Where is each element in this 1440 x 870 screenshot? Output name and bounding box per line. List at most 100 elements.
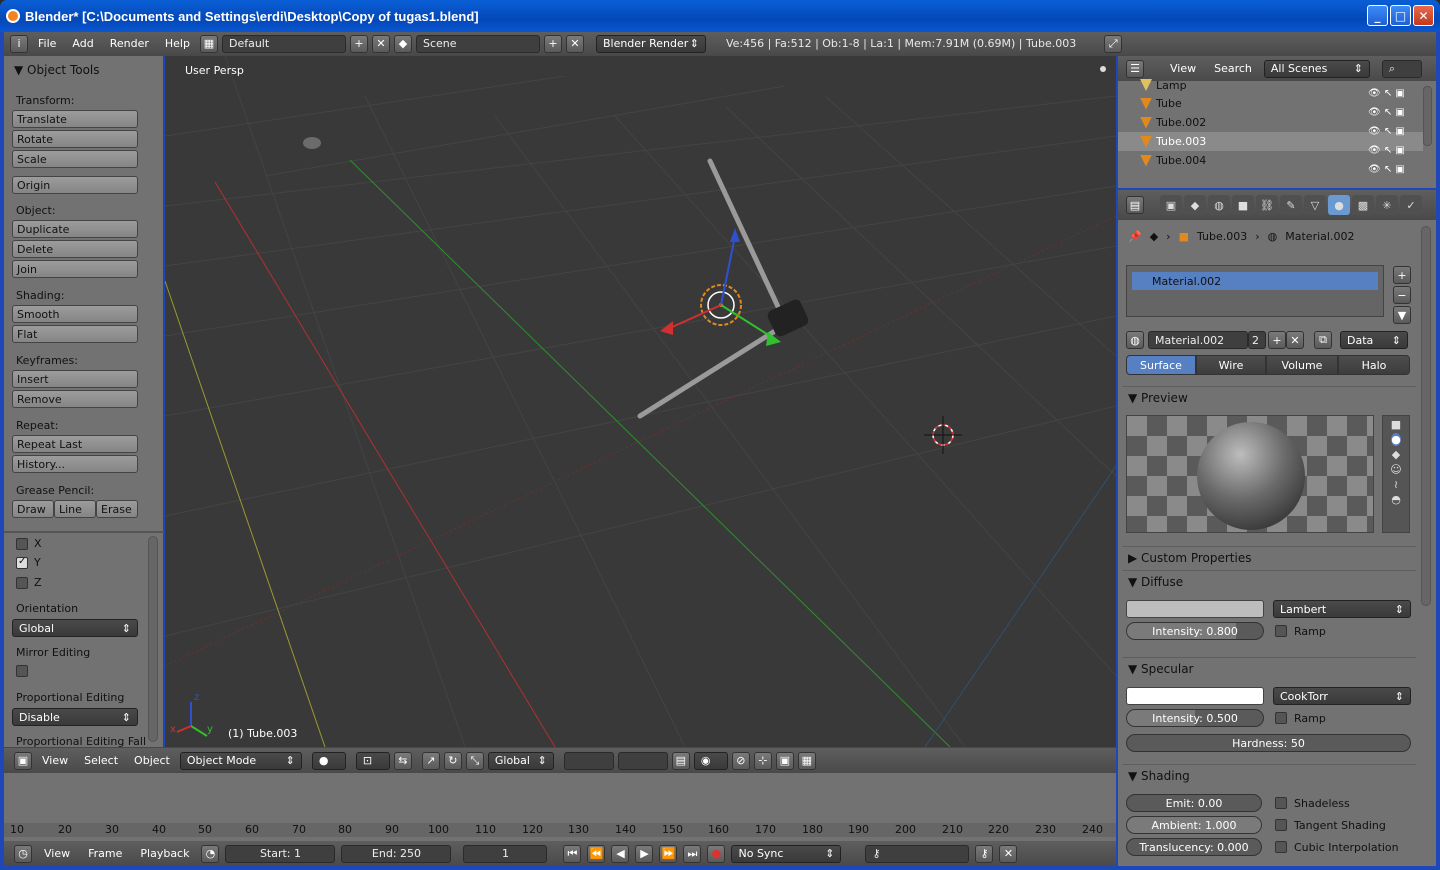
specular-intensity-slider[interactable]: Intensity: 0.500 — [1126, 709, 1264, 727]
scene-field[interactable]: Scene — [415, 34, 540, 53]
jump-end-icon[interactable]: ⏭ — [683, 844, 702, 863]
ambient-slider[interactable]: Ambient: 1.000 — [1126, 816, 1262, 834]
specular-panel-header[interactable]: ▼ Specular — [1122, 657, 1416, 679]
mode-select[interactable]: Object Mode ⇕ — [179, 751, 302, 770]
custom-properties-header[interactable]: ▶ Custom Properties — [1122, 546, 1416, 568]
minimize-button[interactable]: _ — [1367, 5, 1388, 26]
menu-outliner-search[interactable]: Search — [1208, 62, 1258, 75]
diffuse-intensity-slider[interactable]: Intensity: 0.800 — [1126, 622, 1264, 640]
keying-set-field[interactable]: ⚷ — [865, 844, 970, 863]
info-editor-icon[interactable]: i — [10, 34, 28, 53]
layout-add-icon[interactable]: + — [349, 34, 368, 53]
rotate-manip-icon[interactable]: ↻ — [443, 751, 462, 770]
tab-halo[interactable]: Halo — [1338, 355, 1410, 375]
proportional-editing-select[interactable]: Disable ⇕ — [12, 708, 138, 726]
proportional-select[interactable]: ◉ — [693, 751, 728, 770]
menu-timeline-view[interactable]: View — [38, 847, 76, 860]
insert-keyframe-button[interactable]: Insert — [12, 370, 138, 388]
jump-start-icon[interactable]: ⏮ — [563, 844, 582, 863]
world-tab-icon[interactable]: ◍ — [1208, 195, 1230, 215]
tab-wire[interactable]: Wire — [1196, 355, 1266, 375]
shading-panel-header[interactable]: ▼ Shading — [1122, 764, 1416, 786]
frame-ruler[interactable]: 10 20 30 40 50 60 70 80 90 100 110 120 1… — [4, 823, 1116, 837]
render-anim-icon[interactable]: ▦ — [797, 751, 816, 770]
properties-editor-icon[interactable]: ▤ — [1126, 196, 1144, 214]
keying-remove-icon[interactable]: ✕ — [999, 844, 1018, 863]
cubic-interpolation-checkbox[interactable] — [1275, 841, 1287, 853]
link-select[interactable]: Data ⇕ — [1340, 331, 1408, 349]
grease-draw-button[interactable]: Draw — [12, 500, 54, 518]
remove-keyframe-button[interactable]: Remove — [12, 390, 138, 408]
monkey-preview-icon[interactable]: ☺ — [1390, 463, 1401, 476]
menu-render[interactable]: Render — [104, 37, 155, 50]
shadeless-checkbox[interactable] — [1275, 797, 1287, 809]
slot-menu-icon[interactable]: ▼ — [1393, 306, 1411, 324]
transform-orientation-select[interactable]: Global ⇕ — [487, 751, 554, 770]
scene-add-icon[interactable]: + — [543, 34, 562, 53]
translate-manip-icon[interactable]: ↗ — [421, 751, 440, 770]
snap-icon[interactable]: ⊘ — [731, 751, 750, 770]
hair-preview-icon[interactable]: ≀ — [1394, 478, 1398, 491]
origin-button[interactable]: Origin — [12, 176, 138, 194]
current-frame-field[interactable]: 1 — [463, 844, 548, 863]
outliner-scrollbar[interactable] — [1423, 86, 1432, 146]
sync-select[interactable]: No Sync ⇕ — [731, 844, 842, 863]
scale-button[interactable]: Scale — [12, 150, 138, 168]
properties-scrollbar[interactable] — [1421, 226, 1431, 606]
sphere-preview-icon[interactable]: ● — [1391, 433, 1401, 446]
physics-tab-icon[interactable]: ✓ — [1400, 195, 1422, 215]
snap-target-icon[interactable]: ⊹ — [753, 751, 772, 770]
render-tab-icon[interactable]: ▣ — [1160, 195, 1182, 215]
flat-button[interactable]: Flat — [12, 325, 138, 343]
panel-divider[interactable] — [4, 531, 164, 533]
prev-key-icon[interactable]: ⏪ — [587, 844, 606, 863]
tangent-shading-checkbox[interactable] — [1275, 819, 1287, 831]
remove-slot-icon[interactable]: − — [1393, 286, 1411, 304]
material-users-count[interactable]: 2 — [1248, 331, 1266, 349]
add-slot-icon[interactable]: + — [1393, 266, 1411, 284]
duplicate-button[interactable]: Duplicate — [12, 220, 138, 238]
tab-surface[interactable]: Surface — [1126, 355, 1196, 375]
scene-tab-icon[interactable]: ◆ — [1184, 195, 1206, 215]
preview-type-buttons[interactable]: ■ ● ◆ ☺ ≀ ◓ — [1382, 415, 1410, 533]
object-tools-header[interactable]: ▼ Object Tools — [4, 56, 163, 84]
diffuse-ramp-checkbox[interactable] — [1275, 625, 1287, 637]
tab-volume[interactable]: Volume — [1266, 355, 1338, 375]
particles-tab-icon[interactable]: ✳ — [1376, 195, 1398, 215]
menu-outliner-view[interactable]: View — [1164, 62, 1202, 75]
scale-manip-icon[interactable]: ⤡ — [465, 751, 484, 770]
grease-erase-button[interactable]: Erase — [96, 500, 138, 518]
plane-preview-icon[interactable]: ■ — [1391, 418, 1401, 431]
scene-icon[interactable]: ◆ — [393, 34, 412, 53]
texture-tab-icon[interactable]: ▩ — [1352, 195, 1374, 215]
play-reverse-icon[interactable]: ◀ — [611, 844, 630, 863]
display-mode-select[interactable]: All Scenes ⇕ — [1263, 59, 1370, 78]
render-engine-select[interactable]: Blender Render ⇕ — [595, 34, 706, 53]
manipulator-icon[interactable]: ⇆ — [393, 751, 412, 770]
pin-icon[interactable]: 📌 — [1128, 230, 1142, 243]
material-new-icon[interactable]: + — [1268, 331, 1286, 349]
hardness-field[interactable]: Hardness: 50 — [1126, 734, 1411, 752]
axis-y-checkbox[interactable]: ✓ — [16, 556, 28, 569]
material-copy-icon[interactable]: ⧉ — [1314, 331, 1332, 349]
keying-add-icon[interactable]: ⚷ — [975, 844, 994, 863]
axis-x-checkbox[interactable] — [16, 538, 28, 550]
modifiers-tab-icon[interactable]: ✎ — [1280, 195, 1302, 215]
maximize-button[interactable]: □ — [1390, 5, 1411, 26]
keying-icon[interactable]: ◔ — [201, 844, 220, 863]
specular-shader-select[interactable]: CookTorr ⇕ — [1273, 687, 1411, 705]
translate-button[interactable]: Translate — [12, 110, 138, 128]
end-frame-field[interactable]: End: 250 — [341, 844, 452, 863]
layout-field[interactable]: Default — [221, 34, 346, 53]
sky-preview-icon[interactable]: ◓ — [1391, 493, 1401, 506]
timeline-editor[interactable]: 10 20 30 40 50 60 70 80 90 100 110 120 1… — [4, 773, 1116, 841]
menu-select[interactable]: Select — [78, 754, 124, 767]
rotate-button[interactable]: Rotate — [12, 130, 138, 148]
outliner-search-input[interactable]: ⌕ — [1381, 59, 1422, 78]
render-icon[interactable]: ▣ — [775, 751, 794, 770]
scene-remove-icon[interactable]: ✕ — [565, 34, 584, 53]
pivot-select[interactable]: ⊡ — [355, 751, 390, 770]
visibility-toggles[interactable]: 👁 ↖ ▣ 👁 ↖ ▣ 👁 ↖ ▣ 👁 ↖ ▣ 👁 ↖ ▣ — [1368, 84, 1418, 175]
delete-button[interactable]: Delete — [12, 240, 138, 258]
translucency-slider[interactable]: Translucency: 0.000 — [1126, 838, 1262, 856]
